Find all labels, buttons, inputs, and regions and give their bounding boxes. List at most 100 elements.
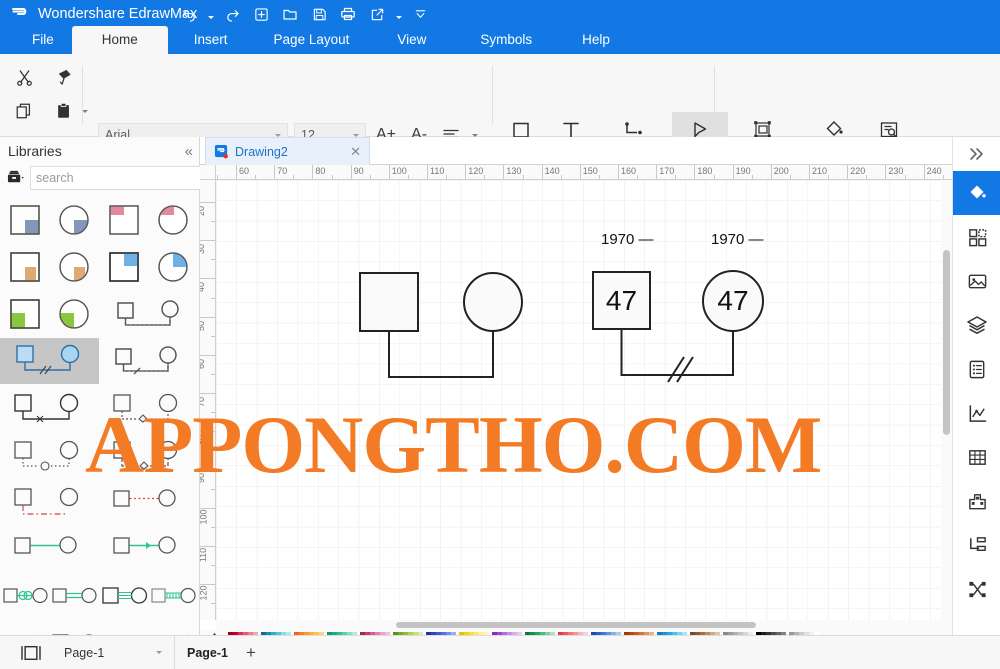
save-floppy-icon[interactable] [306, 2, 332, 26]
shape-relation-red-double-dash[interactable] [0, 620, 50, 635]
ruler-label: 20 [200, 205, 207, 217]
shape-square-quarter-tan[interactable] [0, 244, 50, 290]
close-icon[interactable]: ✕ [350, 144, 361, 160]
shape-relation-red-bar[interactable] [99, 620, 149, 636]
shape-relation-dot-dashed-3[interactable] [99, 432, 198, 478]
shape-relation-red-wave[interactable] [149, 620, 199, 635]
redo-button[interactable] [219, 2, 245, 26]
shape-square-top-pink[interactable] [99, 197, 149, 243]
menu-item-symbols[interactable]: Symbols [454, 26, 558, 54]
shape-circle-corner-blue[interactable] [149, 244, 199, 290]
customize-qat-icon[interactable] [407, 2, 433, 26]
ruler-label: 190 [735, 166, 751, 176]
genogram-female-circle[interactable] [463, 272, 523, 332]
undo-button[interactable] [176, 2, 202, 26]
page-tab-page-1[interactable]: Page-1 [175, 646, 240, 660]
menu-item-page-layout[interactable]: Page Layout [254, 26, 370, 54]
ruler-tick [200, 393, 215, 394]
shape-relation-green-infinity[interactable] [0, 573, 50, 619]
main-menubar: File Home Insert Page Layout View Symbol… [0, 26, 1000, 54]
shape-relation-red-dotted[interactable] [99, 479, 198, 525]
library-row [0, 572, 199, 619]
library-row [0, 384, 199, 431]
ruler-label: 120 [468, 166, 484, 176]
menu-item-help[interactable]: Help [558, 26, 634, 54]
shape-circle-quarter-tan[interactable] [50, 244, 100, 290]
menu-item-home[interactable]: Home [71, 26, 168, 54]
page-layout-icon[interactable] [14, 636, 48, 669]
rail-arrange-button[interactable] [953, 523, 1000, 567]
format-painter-button[interactable] [48, 62, 80, 92]
vertical-scroll-thumb[interactable] [943, 250, 950, 435]
page-select-dropdown[interactable]: Page-1 [58, 641, 168, 665]
chevron-double-left-icon[interactable]: « [185, 143, 193, 160]
paste-button[interactable] [48, 96, 80, 126]
shape-relation-red-triple-dash[interactable] [50, 620, 100, 635]
add-page-button[interactable]: + [240, 643, 262, 663]
status-bar: Page-1 Page-1 + [0, 635, 1000, 669]
genogram-left-couple[interactable] [359, 272, 523, 378]
library-folder-icon[interactable] [6, 166, 25, 190]
shape-relation-dashed[interactable] [99, 291, 198, 337]
rail-shape-data-button[interactable] [953, 479, 1000, 523]
printer-icon[interactable] [335, 2, 361, 26]
shape-relation-dot-dashed[interactable] [99, 385, 198, 431]
genogram-divorce-marker[interactable] [667, 356, 694, 383]
rail-image-button[interactable] [953, 259, 1000, 303]
canvas-vertical-scrollbar[interactable] [941, 180, 952, 620]
ruler-tick [200, 507, 215, 509]
shape-relation-green-arrow[interactable] [99, 526, 198, 572]
canvas-horizontal-scrollbar[interactable] [216, 620, 952, 630]
undo-dropdown-caret[interactable] [205, 2, 216, 26]
shape-relation-green-triple[interactable] [99, 573, 149, 619]
ruler-label: 70 [200, 396, 207, 408]
genogram-male-square[interactable] [359, 272, 419, 332]
cut-button[interactable] [8, 62, 40, 92]
shape-circle-quarter-blue[interactable] [50, 197, 100, 243]
shape-relation-divorce[interactable] [0, 337, 99, 384]
rail-chart-button[interactable] [953, 391, 1000, 435]
rail-expand-button[interactable] [953, 137, 1000, 171]
genogram-diagram[interactable]: 47 47 1970 — 1970 — [216, 180, 952, 620]
open-folder-icon[interactable] [277, 2, 303, 26]
export-dropdown-caret[interactable] [393, 2, 404, 26]
document-tab-drawing2[interactable]: Drawing2 ✕ [205, 137, 370, 165]
rail-fill-style-button[interactable] [953, 171, 1000, 215]
drawing-canvas[interactable]: 47 47 1970 — 1970 — [216, 180, 952, 620]
rail-table-button[interactable] [953, 435, 1000, 479]
genogram-right-couple[interactable]: 47 47 1970 — 1970 — [592, 231, 764, 383]
menu-item-view[interactable]: View [369, 26, 454, 54]
shape-relation-red-dashdot[interactable] [0, 479, 99, 525]
ruler-label: 50 [200, 320, 207, 331]
chevron-down-icon [156, 651, 162, 654]
library-search-row: ▲ ▼ [0, 165, 247, 194]
rail-quick-shapes-button[interactable] [953, 215, 1000, 259]
search-input[interactable] [36, 170, 197, 185]
shape-square-quarter-blue[interactable] [0, 197, 50, 243]
library-row [0, 619, 199, 635]
menu-item-file[interactable]: File [14, 26, 72, 54]
library-search-box[interactable] [30, 165, 222, 190]
ruler-label: 60 [200, 358, 207, 369]
rail-layers-button[interactable] [953, 303, 1000, 347]
rail-page-notes-button[interactable] [953, 347, 1000, 391]
genogram-marriage-line[interactable] [388, 331, 494, 378]
copy-button[interactable] [8, 96, 40, 126]
genogram-female-age: 47 [717, 285, 748, 316]
shape-square-half-green[interactable] [0, 291, 50, 337]
shape-relation-green-solid[interactable] [0, 526, 99, 572]
shape-relation-dashed-slash[interactable] [99, 338, 198, 384]
menu-item-insert[interactable]: Insert [168, 26, 254, 54]
shape-square-corner-blue[interactable] [99, 244, 149, 290]
shape-relation-x-mark[interactable] [0, 385, 99, 431]
shape-relation-green-double[interactable] [50, 573, 100, 619]
edraw-doc-icon [214, 144, 229, 159]
shape-circle-top-pink[interactable] [149, 197, 199, 243]
rail-connect-button[interactable] [953, 567, 1000, 611]
new-document-icon[interactable] [248, 2, 274, 26]
shape-circle-half-green[interactable] [50, 291, 100, 337]
shape-relation-green-ladder[interactable] [149, 573, 199, 619]
horizontal-scroll-thumb[interactable] [396, 622, 756, 628]
shape-relation-dot-dashed-2[interactable] [0, 432, 99, 478]
export-share-icon[interactable] [364, 2, 390, 26]
